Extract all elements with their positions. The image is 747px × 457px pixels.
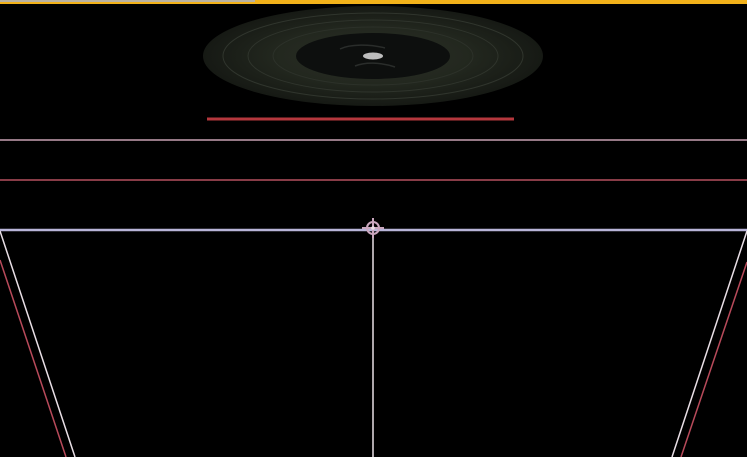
vinyl-record-icon[interactable] [203,6,543,106]
tab-strip[interactable] [0,0,255,2]
plane-right-edge [671,230,747,457]
plane-left-edge [0,230,76,457]
transform-gizmo-icon[interactable] [362,218,384,238]
gizmo-center-dot [371,226,375,230]
scene-canvas[interactable] [0,4,747,457]
plane-left-edge-red [0,259,67,457]
3d-viewport[interactable] [0,4,747,457]
record-spindle [363,52,383,60]
plane-right-edge-red [680,261,747,457]
